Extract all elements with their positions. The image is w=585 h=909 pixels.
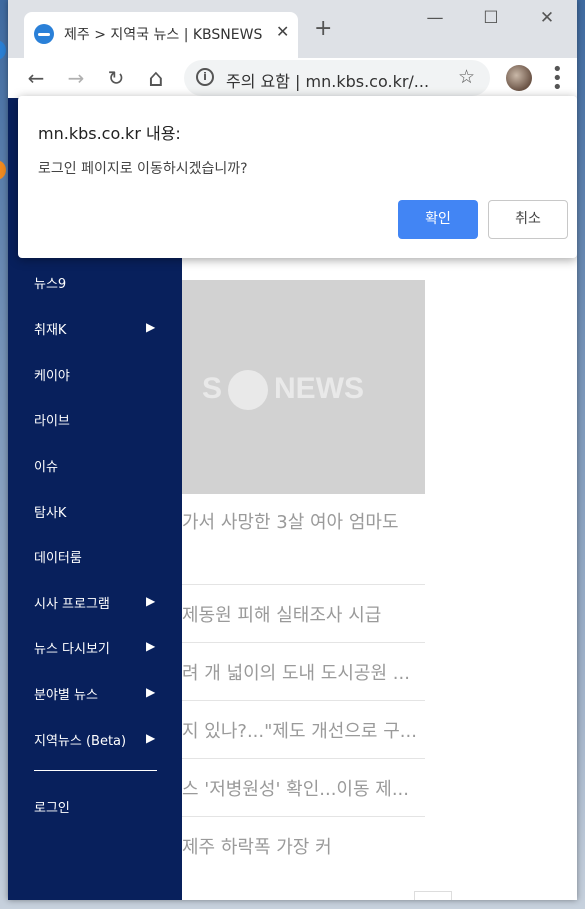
close-tab-icon[interactable]: ✕ xyxy=(276,22,289,41)
list-item[interactable]: 제주 하락폭 가장 커 xyxy=(182,816,425,874)
sidebar-item-issue[interactable]: 이슈 xyxy=(34,456,58,475)
chevron-right-icon[interactable]: ▶ xyxy=(146,731,155,745)
address-text: 주의 요함 | mn.kbs.co.kr/... xyxy=(226,72,430,91)
page-control[interactable] xyxy=(414,891,452,900)
kbs-favicon-icon xyxy=(34,24,54,44)
sidebar-item-reporting-k[interactable]: 취재K xyxy=(34,319,66,338)
sidebar-item-investigative-k[interactable]: 탐사K xyxy=(34,502,66,521)
bookmark-star-icon[interactable]: ☆ xyxy=(458,66,475,88)
reload-button[interactable]: ↻ xyxy=(102,64,130,92)
title-bar: 제주 > 지역국 뉴스 | KBSNEWS ✕ + — ☐ ✕ xyxy=(8,0,577,58)
news-thumbnail[interactable]: S NEWS xyxy=(182,280,425,494)
sidebar-item-local-news[interactable]: 지역뉴스 (Beta) xyxy=(34,730,126,749)
chevron-right-icon[interactable]: ▶ xyxy=(146,320,155,334)
desktop-app-icon[interactable] xyxy=(0,40,6,60)
sidebar-item-login[interactable]: 로그인 xyxy=(34,797,70,816)
dialog-title: mn.kbs.co.kr 내용: xyxy=(38,124,181,143)
sidebar-item-data-room[interactable]: 데이터룸 xyxy=(34,547,82,566)
close-window-button[interactable]: ✕ xyxy=(524,8,570,28)
desktop-app-icon[interactable] xyxy=(0,160,6,180)
kbs-news-logo: S NEWS xyxy=(202,370,364,410)
browser-tab[interactable]: 제주 > 지역국 뉴스 | KBSNEWS ✕ xyxy=(24,12,298,58)
list-item[interactable]: 스 '저병원성' 확인...이동 제... xyxy=(182,758,425,816)
sidebar-item-live[interactable]: 라이브 xyxy=(34,410,70,429)
confirm-dialog: mn.kbs.co.kr 내용: 로그인 페이지로 이동하시겠습니까? 확인 취… xyxy=(18,96,577,258)
ok-button[interactable]: 확인 xyxy=(398,200,478,239)
maximize-button[interactable]: ☐ xyxy=(468,8,514,28)
sidebar-item-keiya[interactable]: 케이야 xyxy=(34,365,70,384)
dialog-message: 로그인 페이지로 이동하시겠습니까? xyxy=(38,161,248,177)
home-button[interactable]: ⌂ xyxy=(142,64,170,92)
browser-window: 제주 > 지역국 뉴스 | KBSNEWS ✕ + — ☐ ✕ ← → ↻ ⌂ … xyxy=(8,0,577,900)
cancel-button[interactable]: 취소 xyxy=(488,200,568,239)
headline-text[interactable]: 가서 사망한 3살 여아 엄마도 xyxy=(182,508,399,534)
chevron-right-icon[interactable]: ▶ xyxy=(146,639,155,653)
minimize-button[interactable]: — xyxy=(412,8,458,28)
browser-toolbar: ← → ↻ ⌂ i 주의 요함 | mn.kbs.co.kr/... ☆ • • • xyxy=(8,58,577,98)
chevron-right-icon[interactable]: ▶ xyxy=(146,594,155,608)
info-icon[interactable]: i xyxy=(196,68,214,86)
sidebar-item-news-by-field[interactable]: 분야별 뉴스 xyxy=(34,684,98,703)
sidebar-item-current-affairs[interactable]: 시사 프로그램 xyxy=(34,593,110,612)
chevron-right-icon[interactable]: ▶ xyxy=(146,685,155,699)
sidebar-item-news-replay[interactable]: 뉴스 다시보기 xyxy=(34,638,110,657)
address-bar[interactable]: i 주의 요함 | mn.kbs.co.kr/... ☆ xyxy=(184,60,490,96)
list-item[interactable]: 려 개 넓이의 도내 도시공원 ... xyxy=(182,642,425,700)
profile-avatar[interactable] xyxy=(506,65,532,91)
sidebar-item-news9[interactable]: 뉴스9 xyxy=(34,273,66,292)
back-button[interactable]: ← xyxy=(22,64,50,92)
browser-menu-icon[interactable]: • • • xyxy=(552,61,563,97)
list-item[interactable]: 지 있나?..."제도 개선으로 구... xyxy=(182,700,425,758)
list-item[interactable]: 제동원 피해 실태조사 시급 xyxy=(182,584,425,642)
tab-title: 제주 > 지역국 뉴스 | KBSNEWS xyxy=(64,27,263,43)
forward-button[interactable]: → xyxy=(62,64,90,92)
menu-divider xyxy=(34,770,157,771)
new-tab-button[interactable]: + xyxy=(314,18,332,40)
